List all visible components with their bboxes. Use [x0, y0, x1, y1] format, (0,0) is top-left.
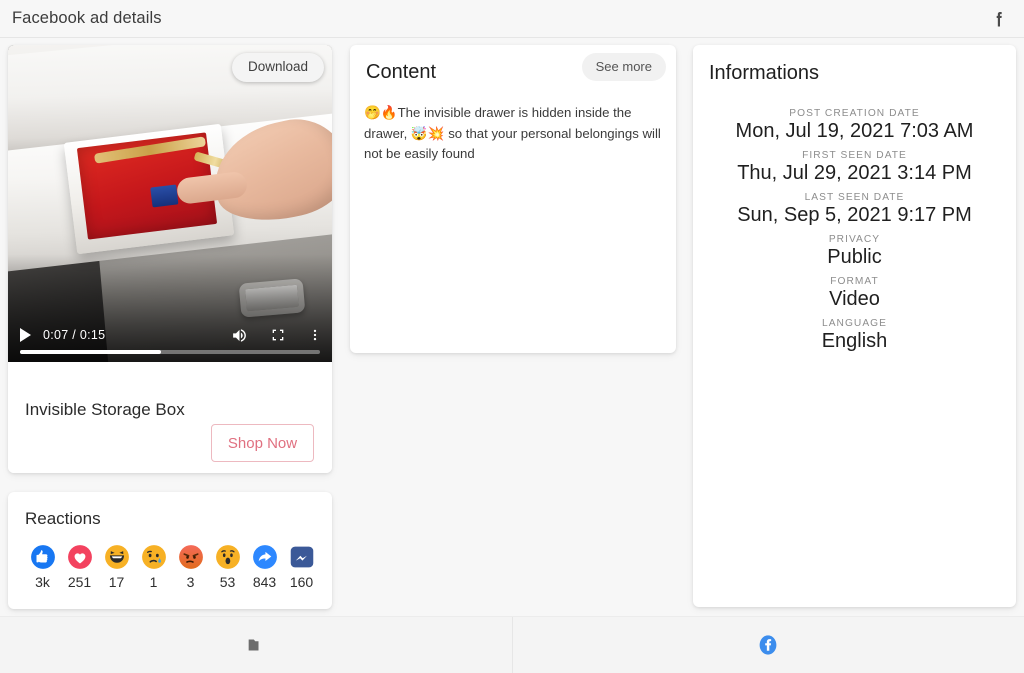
- emoji-mind-blown-icon: 🤯: [410, 125, 428, 141]
- volume-icon[interactable]: [231, 327, 248, 344]
- video-progress-bar[interactable]: [20, 350, 320, 354]
- content-card: Content See more 🤭🔥The invisible drawer …: [350, 45, 676, 353]
- folder-tab[interactable]: [0, 617, 512, 673]
- info-value: Public: [827, 246, 882, 268]
- reaction-wow[interactable]: 53: [209, 544, 246, 590]
- info-label: LANGUAGE: [821, 318, 887, 329]
- ad-headline: Invisible Storage Box: [25, 400, 185, 419]
- reaction-love[interactable]: 251: [61, 544, 98, 590]
- play-icon[interactable]: [20, 328, 31, 342]
- reaction-count: 843: [252, 574, 277, 590]
- content-heading: Content: [366, 61, 437, 83]
- angry-icon: [178, 545, 203, 569]
- facebook-tab[interactable]: [511, 617, 1024, 673]
- thumbs-up-icon: [30, 545, 55, 569]
- see-more-button[interactable]: See more: [581, 53, 666, 81]
- info-label: LAST SEEN DATE: [804, 192, 905, 203]
- info-label: PRIVACY: [828, 234, 881, 245]
- page-title: Facebook ad details: [12, 9, 162, 27]
- info-field-post-creation-date: POST CREATION DATE Mon, Jul 19, 2021 7:0…: [693, 108, 1016, 143]
- content-text-part-2: so that your personal belongings will no…: [364, 125, 661, 162]
- reaction-count: 3k: [35, 574, 50, 590]
- reaction-haha[interactable]: 17: [98, 544, 135, 590]
- ad-video-player[interactable]: Download 0:07 / 0:15: [8, 45, 332, 362]
- sad-icon: [141, 545, 166, 569]
- messenger-icon: [290, 546, 313, 568]
- content-text: 🤭🔥The invisible drawer is hidden inside …: [364, 103, 662, 164]
- info-field-format: FORMAT Video: [693, 276, 1016, 311]
- emoji-thinking-icon: 🤭: [364, 105, 381, 120]
- emoji-fire-icon: 🔥: [380, 105, 398, 120]
- info-value: Mon, Jul 19, 2021 7:03 AM: [735, 120, 974, 142]
- reaction-share[interactable]: 843: [246, 544, 283, 590]
- info-field-privacy: PRIVACY Public: [693, 234, 1016, 269]
- wow-icon: [215, 545, 240, 569]
- reaction-count: 1: [149, 574, 158, 590]
- download-button[interactable]: Download: [231, 53, 324, 82]
- share-icon: [252, 545, 277, 569]
- shop-now-button[interactable]: Shop Now: [211, 424, 314, 462]
- facebook-icon: [759, 635, 777, 655]
- info-label: POST CREATION DATE: [789, 108, 920, 119]
- fullscreen-icon[interactable]: [270, 327, 286, 343]
- info-value: Video: [829, 288, 880, 310]
- ad-creative-card: Download 0:07 / 0:15 Invisible Storage B…: [8, 45, 332, 473]
- reaction-count: 17: [108, 574, 125, 590]
- reaction-count: 53: [219, 574, 236, 590]
- folder-icon: [248, 639, 259, 651]
- haha-icon: [104, 545, 129, 569]
- heart-icon: [67, 545, 92, 569]
- info-value: English: [821, 330, 888, 352]
- informations-fields: POST CREATION DATE Mon, Jul 19, 2021 7:0…: [693, 101, 1016, 353]
- facebook-ad-details-page: Facebook ad details Download 0:07 / 0:15…: [0, 0, 1024, 673]
- facebook-f-icon[interactable]: [988, 8, 1010, 30]
- info-field-first-seen-date: FIRST SEEN DATE Thu, Jul 29, 2021 3:14 P…: [693, 150, 1016, 185]
- bottom-toolbar: [0, 616, 1024, 673]
- ad-meta: Invisible Storage Box Shop Now: [8, 362, 332, 473]
- reactions-heading: Reactions: [25, 509, 101, 528]
- info-label: FORMAT: [830, 276, 879, 287]
- emoji-collision-icon: 💥: [427, 125, 445, 141]
- page-header: Facebook ad details: [0, 0, 1024, 38]
- informations-card: Informations POST CREATION DATE Mon, Jul…: [693, 45, 1016, 607]
- info-value: Thu, Jul 29, 2021 3:14 PM: [737, 162, 972, 184]
- informations-heading: Informations: [709, 62, 820, 84]
- reaction-count: 251: [67, 574, 92, 590]
- more-vertical-icon[interactable]: [308, 327, 322, 343]
- reaction-angry[interactable]: 3: [172, 544, 209, 590]
- reaction-count: 3: [186, 574, 195, 590]
- info-field-language: LANGUAGE English: [693, 318, 1016, 353]
- info-value: Sun, Sep 5, 2021 9:17 PM: [737, 204, 972, 226]
- info-label: FIRST SEEN DATE: [802, 150, 907, 161]
- video-time-display: 0:07 / 0:15: [43, 328, 106, 342]
- reaction-like[interactable]: 3k: [24, 544, 61, 590]
- reaction-sad[interactable]: 1: [135, 544, 172, 590]
- video-controls: 0:07 / 0:15: [8, 314, 332, 362]
- reaction-count: 160: [289, 574, 314, 590]
- reactions-list: 3k 251 17 1 3 53 843 160: [24, 544, 320, 590]
- info-field-last-seen-date: LAST SEEN DATE Sun, Sep 5, 2021 9:17 PM: [693, 192, 1016, 227]
- reaction-messenger[interactable]: 160: [283, 544, 320, 590]
- reactions-card: Reactions 3k 251 17 1 3 53 843 160: [8, 492, 332, 609]
